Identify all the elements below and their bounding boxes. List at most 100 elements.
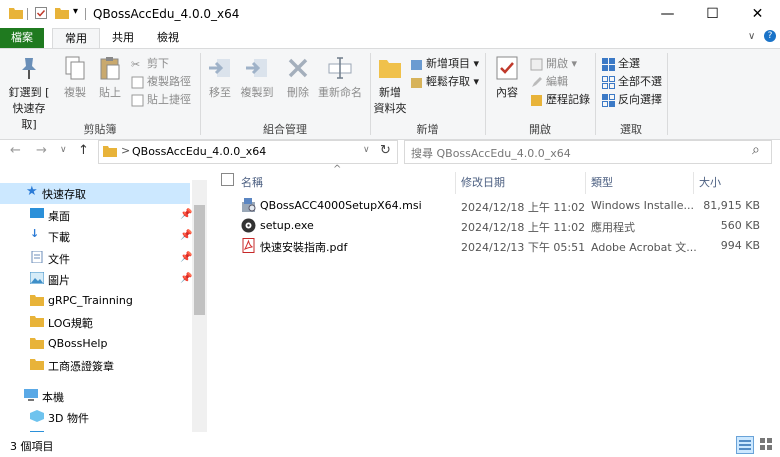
nav-item-folder[interactable]: gRPC_Trainning bbox=[0, 290, 190, 311]
pin-icon[interactable]: 📌 bbox=[180, 273, 192, 284]
tab-file[interactable]: 檔案 bbox=[0, 28, 44, 48]
recent-locations-icon[interactable]: ∨ bbox=[60, 145, 67, 155]
nav-item-label: 本機 bbox=[42, 391, 64, 404]
nav-item-this-pc[interactable]: 本機 bbox=[0, 385, 190, 406]
collapse-ribbon-icon[interactable]: ∨ bbox=[748, 31, 755, 42]
pin-icon[interactable]: 📌 bbox=[180, 252, 192, 263]
tab-view[interactable]: 檢視 bbox=[148, 28, 188, 48]
pin-to-quick-access-button[interactable]: 釘選到 [ 快速存取] bbox=[6, 55, 52, 131]
file-row[interactable]: QBossACC4000SetupX64.msi 2024/12/18 上午 1… bbox=[240, 196, 770, 216]
file-size: 560 KB bbox=[720, 219, 760, 232]
nav-item-documents[interactable]: 文件 📌 bbox=[0, 247, 192, 268]
paste-button[interactable]: 貼上 bbox=[94, 55, 126, 107]
file-name: setup.exe bbox=[260, 219, 314, 232]
cut-button[interactable]: ✂ 剪下 bbox=[131, 55, 169, 71]
edit-button[interactable]: 編輯 bbox=[530, 73, 568, 89]
column-header-size[interactable]: 大小 bbox=[699, 172, 721, 194]
qat-separator bbox=[27, 8, 28, 20]
nav-item-downloads[interactable]: ↓ 下載 📌 bbox=[0, 225, 192, 246]
search-box[interactable]: 搜尋 QBossAccEdu_4.0.0_x64 ⌕ bbox=[404, 140, 772, 164]
file-row[interactable]: setup.exe 2024/12/18 上午 11:02 應用程式 560 K… bbox=[240, 216, 770, 236]
select-all-checkbox[interactable] bbox=[221, 173, 234, 186]
tab-home[interactable]: 常用 bbox=[52, 28, 100, 49]
nav-item-quick-access[interactable]: ★ 快速存取 bbox=[0, 182, 190, 203]
pin-icon bbox=[22, 58, 36, 79]
ribbon-home: 釘選到 [ 快速存取] 複製 貼上 ✂ 剪下 複製路徑 貼上捷徑 剪貼簿 移至 複… bbox=[0, 48, 780, 140]
title-bar: ▾ QBossAccEdu_4.0.0_x64 — ☐ ✕ bbox=[0, 0, 780, 28]
rename-button[interactable]: 重新命名 bbox=[316, 55, 364, 100]
up-arrow-icon[interactable]: ↑ bbox=[78, 143, 89, 158]
select-none-button[interactable]: 全部不選 bbox=[602, 73, 662, 89]
nav-item-label: 桌面 bbox=[48, 210, 70, 223]
item-count: 3 個項目 bbox=[10, 440, 54, 453]
new-folder-button[interactable]: 新增 資料夾 bbox=[373, 55, 407, 116]
sort-ascending-icon: ^ bbox=[333, 164, 342, 175]
nav-item-folder[interactable]: LOG規範 bbox=[0, 311, 190, 332]
search-input[interactable]: 搜尋 QBossAccEdu_4.0.0_x64 bbox=[411, 145, 571, 161]
nav-item-desktop[interactable]: 桌面 📌 bbox=[0, 204, 192, 225]
back-arrow-icon[interactable]: ← bbox=[10, 143, 21, 158]
column-separator[interactable] bbox=[693, 172, 694, 194]
close-button[interactable]: ✕ bbox=[735, 0, 780, 28]
file-row[interactable]: 快速安裝指南.pdf 2024/12/13 下午 05:51 Adobe Acr… bbox=[240, 236, 770, 256]
pin-icon[interactable]: 📌 bbox=[180, 209, 192, 220]
status-bar: 3 個項目 bbox=[0, 432, 780, 457]
path-segment[interactable]: QBossAccEdu_4.0.0_x64 bbox=[132, 145, 266, 158]
address-bar[interactable]: > QBossAccEdu_4.0.0_x64 ∨ ↻ bbox=[98, 140, 398, 164]
column-separator[interactable] bbox=[455, 172, 456, 194]
select-all-button[interactable]: 全選 bbox=[602, 55, 640, 71]
details-view-button[interactable] bbox=[736, 436, 754, 454]
easy-access-button[interactable]: 輕鬆存取 ▾ bbox=[410, 73, 479, 89]
open-icon bbox=[530, 58, 543, 70]
copy-button[interactable]: 複製 bbox=[60, 55, 90, 107]
maximize-button[interactable]: ☐ bbox=[690, 0, 735, 28]
file-size: 994 KB bbox=[720, 239, 760, 252]
copy-to-button[interactable]: 複製到 bbox=[238, 55, 276, 100]
pin-icon[interactable]: 📌 bbox=[180, 230, 192, 241]
copy-path-button[interactable]: 複製路徑 bbox=[131, 73, 191, 89]
search-icon[interactable]: ⌕ bbox=[752, 142, 760, 158]
minimize-button[interactable]: — bbox=[645, 0, 690, 28]
forward-arrow-icon[interactable]: → bbox=[36, 143, 47, 158]
picture-icon bbox=[30, 272, 44, 284]
qat-dropdown-icon[interactable]: ▾ bbox=[73, 6, 78, 17]
column-separator[interactable] bbox=[585, 172, 586, 194]
help-icon[interactable]: ? bbox=[764, 30, 776, 42]
nav-item-3d-objects[interactable]: 3D 物件 bbox=[0, 406, 190, 427]
move-to-icon bbox=[209, 59, 230, 77]
history-button[interactable]: 歷程記錄 bbox=[530, 91, 590, 107]
paste-shortcut-label: 貼上捷徑 bbox=[147, 93, 191, 106]
easy-access-label: 輕鬆存取 bbox=[426, 75, 470, 88]
move-to-button[interactable]: 移至 bbox=[205, 55, 235, 100]
nav-item-pictures[interactable]: 圖片 📌 bbox=[0, 268, 192, 289]
scissors-icon: ✂ bbox=[131, 57, 141, 71]
invert-selection-label: 反向選擇 bbox=[618, 93, 662, 106]
delete-button[interactable]: 刪除 bbox=[283, 55, 313, 100]
folder-icon bbox=[30, 295, 44, 306]
address-dropdown-icon[interactable]: ∨ bbox=[363, 145, 370, 155]
large-icons-view-button[interactable] bbox=[758, 436, 774, 452]
properties-check-icon[interactable] bbox=[35, 7, 47, 19]
paste-icon bbox=[100, 57, 120, 80]
new-folder-icon[interactable] bbox=[55, 7, 69, 19]
open-button[interactable]: 開啟 ▾ bbox=[530, 55, 577, 71]
details-view-icon bbox=[739, 440, 751, 450]
refresh-icon[interactable]: ↻ bbox=[380, 143, 391, 158]
column-header-type[interactable]: 類型 bbox=[591, 172, 613, 194]
nav-item-label: QBossHelp bbox=[48, 337, 108, 350]
tab-share[interactable]: 共用 bbox=[104, 28, 142, 48]
path-chevron-icon[interactable]: > bbox=[121, 144, 130, 157]
nav-item-folder[interactable]: 工商憑證簽章 bbox=[0, 354, 190, 375]
new-item-button[interactable]: 新增項目 ▾ bbox=[410, 55, 479, 71]
properties-button[interactable]: 內容 bbox=[493, 55, 521, 100]
column-header-modified[interactable]: 修改日期 bbox=[461, 172, 505, 194]
nav-item-label: 圖片 bbox=[48, 274, 70, 287]
invert-selection-button[interactable]: 反向選擇 bbox=[602, 91, 662, 107]
copy-to-label: 複製到 bbox=[240, 86, 274, 99]
paste-shortcut-button[interactable]: 貼上捷徑 bbox=[131, 91, 191, 107]
group-select: 選取 bbox=[620, 123, 642, 136]
nav-item-folder[interactable]: QBossHelp bbox=[0, 333, 190, 354]
file-modified: 2024/12/18 上午 11:02 bbox=[461, 221, 586, 234]
nav-scrollbar-thumb[interactable] bbox=[194, 205, 205, 315]
column-header-name[interactable]: 名稱 bbox=[241, 172, 263, 194]
